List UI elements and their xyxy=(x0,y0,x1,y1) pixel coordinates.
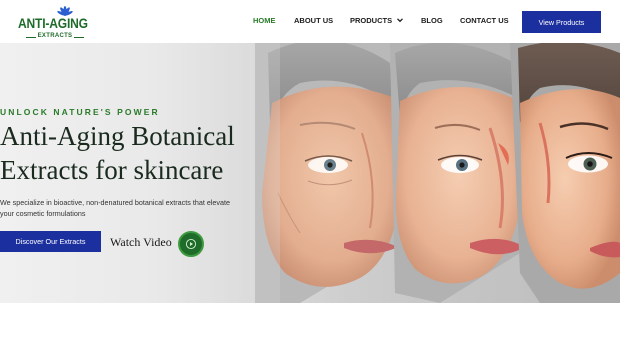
logo-subtitle: EXTRACTS xyxy=(37,33,73,39)
chevron-down-icon xyxy=(397,18,404,23)
play-video-button[interactable] xyxy=(178,231,204,257)
nav-products-label: PRODUCTS xyxy=(350,16,393,25)
hero-headline-line1: Anti-Aging Botanical xyxy=(0,121,235,151)
nav-about-us[interactable]: ABOUT US xyxy=(294,16,333,28)
logo-subtitle-row: EXTRACTS xyxy=(26,33,84,42)
hero-headline-line2: Extracts for skincare xyxy=(0,155,224,185)
logo-title: ANTI-AGING xyxy=(18,15,88,31)
nav-blog[interactable]: BLOG xyxy=(421,16,443,28)
hero-eyebrow: UNLOCK NATURE'S POWER xyxy=(0,107,160,117)
view-products-button[interactable]: View Products xyxy=(522,11,601,33)
logo-divider-right xyxy=(74,37,84,38)
hero-description: We specialize in bioactive, non-denature… xyxy=(0,198,231,218)
nav-contact-us[interactable]: CONTACT US xyxy=(460,16,509,28)
discover-extracts-button[interactable]: Discover Our Extracts xyxy=(0,231,101,252)
hero-section: UNLOCK NATURE'S POWER Anti-Aging Botanic… xyxy=(0,43,620,303)
hero-headline: Anti-Aging Botanical Extracts for skinca… xyxy=(0,119,235,187)
play-icon xyxy=(185,238,197,250)
watch-video-link[interactable]: Watch Video xyxy=(110,235,172,250)
site-header: ANTI-AGING EXTRACTS HOME ABOUT US PRODUC… xyxy=(0,0,620,43)
nav-products[interactable]: PRODUCTS xyxy=(350,16,404,28)
site-logo[interactable]: ANTI-AGING EXTRACTS xyxy=(18,5,88,39)
nav-home[interactable]: HOME xyxy=(253,16,276,28)
